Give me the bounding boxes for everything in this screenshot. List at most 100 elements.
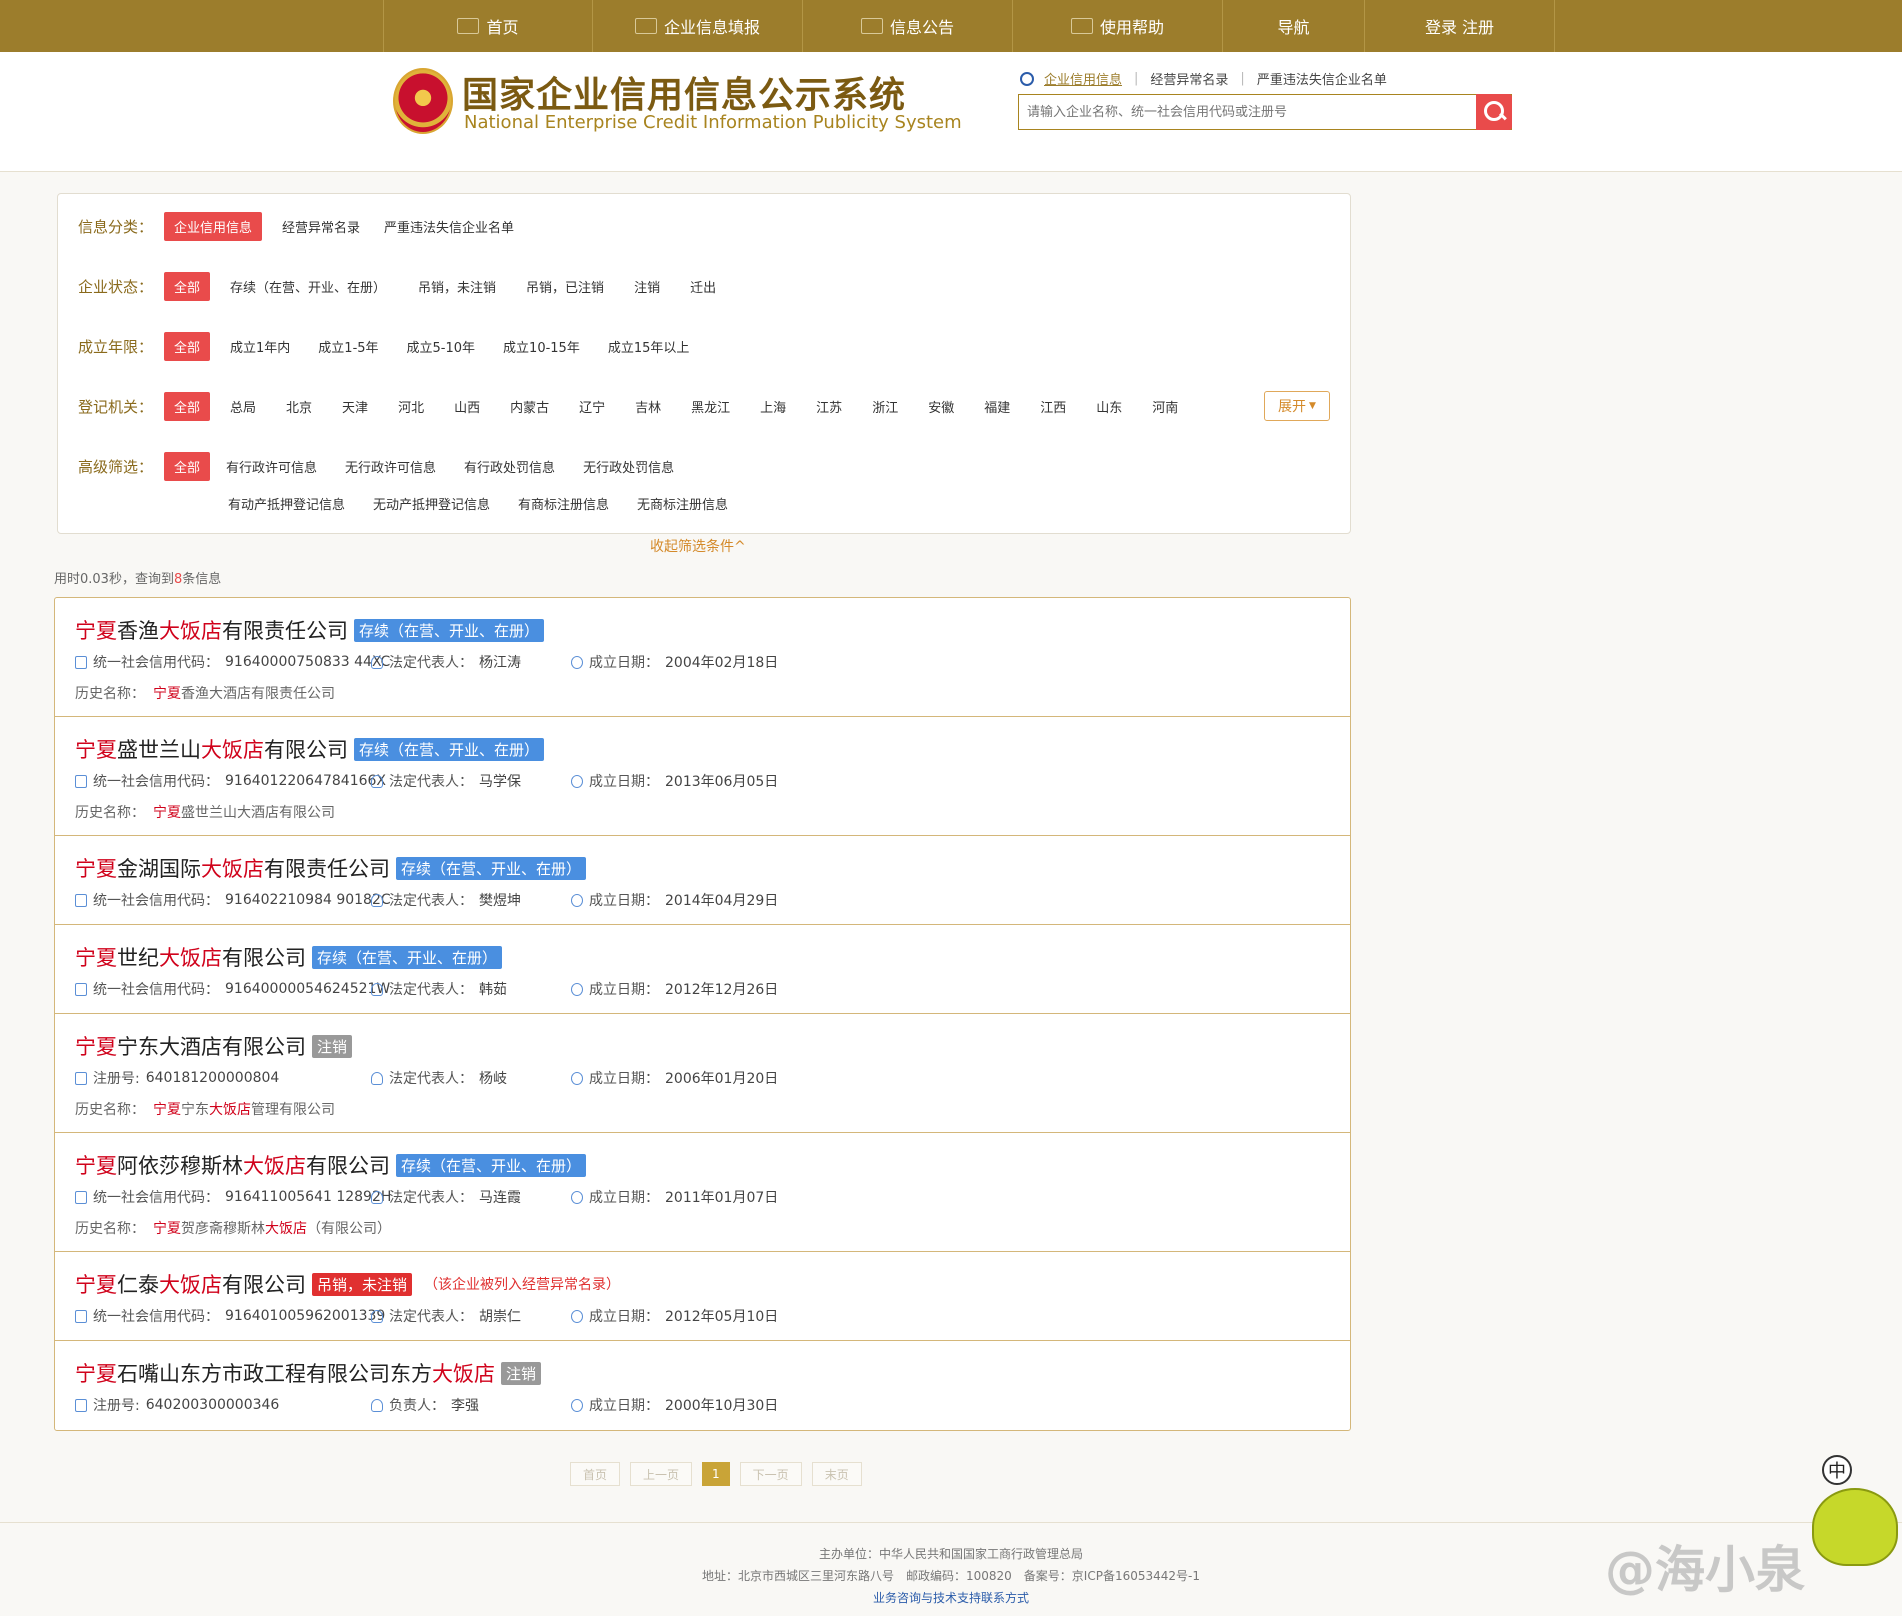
person-icon [371, 655, 383, 669]
result-card[interactable]: 宁夏世纪大饭店有限公司 存续（在营、开业、在册） 统一社会信用代码： 91640000… [55, 925, 1350, 1014]
credit-code-value: 640200300000346 [145, 1397, 280, 1413]
page-first-button[interactable]: 首页 [570, 1462, 621, 1486]
filter-option[interactable]: 成立1年内 [230, 337, 290, 356]
filter-option[interactable]: 总局 [230, 397, 256, 416]
filter-option[interactable]: 有行政许可信息 [226, 457, 317, 476]
page-last-button[interactable]: 末页 [811, 1462, 862, 1486]
founded-date-value: 2000年10月30日 [665, 1398, 779, 1414]
filter-option[interactable]: 成立1-5年 [318, 337, 378, 356]
company-name-link[interactable]: 宁夏阿依莎穆斯林大饭店有限公司 存续（在营、开业、在册） [75, 1150, 587, 1180]
credit-code: 统一社会信用代码： 91640122064784166X [75, 771, 386, 791]
result-card[interactable]: 宁夏金湖国际大饭店有限责任公司 存续（在营、开业、在册） 统一社会信用代码： 9164… [55, 836, 1350, 925]
id-card-icon [75, 655, 87, 669]
result-card[interactable]: 宁夏宁东大酒店有限公司 注销 注册号: 640181200000804 法定代表人： 杨岐… [55, 1014, 1350, 1133]
filter-option[interactable]: 成立15年以上 [608, 337, 690, 356]
filter-option[interactable]: 安徽 [928, 397, 954, 416]
nav-announcements[interactable]: 信息公告 [803, 0, 1013, 52]
filter-option[interactable]: 福建 [984, 397, 1010, 416]
legal-representative-value: 韩茹 [479, 982, 507, 998]
filter-option[interactable]: 经营异常名录 [282, 217, 360, 236]
mascot-image [1812, 1488, 1898, 1566]
filter-option[interactable]: 有动产抵押登记信息 [228, 494, 345, 513]
expand-button[interactable]: 展开 ▼ [1264, 391, 1330, 421]
company-name-link[interactable]: 宁夏仁泰大饭店有限公司 吊销，未注销 （该企业被列入经营异常名录） [75, 1269, 620, 1299]
filter-option[interactable]: 上海 [760, 397, 786, 416]
search-tab-credit[interactable]: 企业信用信息 [1044, 69, 1134, 88]
company-name: 宁夏石嘴山东方市政工程有限公司东方大饭店 [75, 1358, 495, 1388]
result-card[interactable]: 宁夏仁泰大饭店有限公司 吊销，未注销 （该企业被列入经营异常名录） 统一社会信用代码：… [55, 1252, 1350, 1341]
search-input[interactable] [1019, 95, 1475, 129]
filter-option[interactable]: 成立5-10年 [407, 337, 476, 356]
company-name-link[interactable]: 宁夏香渔大饭店有限责任公司 存续（在营、开业、在册） [75, 615, 545, 645]
filter-option[interactable]: 全部 [164, 392, 211, 421]
filter-option[interactable]: 成立10-15年 [503, 337, 580, 356]
page-current[interactable]: 1 [702, 1462, 730, 1486]
filter-option[interactable]: 吊销，已注销 [526, 277, 604, 296]
filter-row-age: 成立年限： 全部 成立1年内 成立1-5年 成立5-10年 成立10-15年 成… [78, 332, 713, 361]
nav-help[interactable]: 使用帮助 [1013, 0, 1223, 52]
filter-option[interactable]: 天津 [342, 397, 368, 416]
filter-option[interactable]: 全部 [164, 452, 211, 481]
info-icon [571, 1190, 583, 1204]
filter-option[interactable]: 浙江 [872, 397, 898, 416]
filter-option[interactable]: 吊销，未注销 [418, 277, 496, 296]
company-name-link[interactable]: 宁夏世纪大饭店有限公司 存续（在营、开业、在册） [75, 942, 503, 972]
filter-option[interactable]: 无行政处罚信息 [583, 457, 674, 476]
filter-option[interactable]: 无行政许可信息 [345, 457, 436, 476]
filter-option[interactable]: 迁出 [690, 277, 716, 296]
filter-option[interactable]: 存续（在营、开业、在册） [230, 277, 386, 296]
ime-indicator[interactable]: 中 [1822, 1455, 1852, 1485]
page-next-button[interactable]: 下一页 [739, 1462, 802, 1486]
name-segment: 金湖国际 [117, 857, 201, 881]
legal-representative-value: 马连霞 [479, 1190, 521, 1206]
filter-option[interactable]: 严重违法失信企业名单 [384, 217, 514, 236]
legal-representative: 法定代表人： 韩茹 [371, 979, 507, 999]
result-card[interactable]: 宁夏石嘴山东方市政工程有限公司东方大饭店 注销 注册号: 64020030000034… [55, 1341, 1350, 1430]
filter-option[interactable]: 山东 [1096, 397, 1122, 416]
search-tab-blacklist[interactable]: 严重违法失信企业名单 [1245, 69, 1399, 88]
company-name-link[interactable]: 宁夏宁东大酒店有限公司 注销 [75, 1031, 353, 1061]
filter-option[interactable]: 黑龙江 [691, 397, 730, 416]
credit-code: 统一社会信用代码： 91640000054624521W [75, 979, 390, 999]
filter-option[interactable]: 河北 [398, 397, 424, 416]
filter-option[interactable]: 北京 [286, 397, 312, 416]
nav-login-register[interactable]: 登录 注册 [1365, 0, 1555, 52]
company-name-link[interactable]: 宁夏金湖国际大饭店有限责任公司 存续（在营、开业、在册） [75, 853, 587, 883]
filter-option[interactable]: 注销 [634, 277, 660, 296]
page-prev-button[interactable]: 上一页 [630, 1462, 693, 1486]
credit-code: 统一社会信用代码： 916411005641 12892H [75, 1187, 391, 1207]
filter-option[interactable]: 辽宁 [579, 397, 605, 416]
result-card[interactable]: 宁夏盛世兰山大饭店有限公司 存续（在营、开业、在册） 统一社会信用代码： 916401… [55, 717, 1350, 836]
company-name-link[interactable]: 宁夏盛世兰山大饭店有限公司 存续（在营、开业、在册） [75, 734, 545, 764]
filter-option[interactable]: 吉林 [635, 397, 661, 416]
filter-option[interactable]: 无商标注册信息 [637, 494, 728, 513]
history-name: 历史名称： 宁夏盛世兰山大酒店有限公司 [75, 802, 335, 822]
name-segment: 大饭店 [201, 857, 264, 881]
search-button[interactable] [1476, 94, 1512, 130]
filter-option[interactable]: 有商标注册信息 [518, 494, 609, 513]
filter-option[interactable]: 河南 [1152, 397, 1178, 416]
filter-option[interactable]: 企业信用信息 [164, 212, 263, 241]
nav-navigation[interactable]: 导航 [1223, 0, 1365, 52]
credit-code: 统一社会信用代码： 916402210984 90182C [75, 890, 391, 910]
status-badge: 存续（在营、开业、在册） [396, 1153, 587, 1177]
filter-option[interactable]: 江苏 [816, 397, 842, 416]
filter-option[interactable]: 全部 [164, 272, 211, 301]
id-card-icon [75, 1190, 87, 1204]
name-segment: 有限责任公司 [222, 619, 348, 643]
company-name-link[interactable]: 宁夏石嘴山东方市政工程有限公司东方大饭店 注销 [75, 1358, 542, 1388]
filter-option[interactable]: 内蒙古 [510, 397, 549, 416]
filter-option[interactable]: 全部 [164, 332, 211, 361]
search-tab-abnormal[interactable]: 经营异常名录 [1138, 69, 1240, 88]
filter-option[interactable]: 无动产抵押登记信息 [373, 494, 490, 513]
collapse-filters-link[interactable]: 收起筛选条件^ [650, 536, 746, 556]
founded-date: 成立日期： 2012年05月10日 [571, 1306, 778, 1326]
nav-enterprise-report[interactable]: 企业信息填报 [593, 0, 803, 52]
result-card[interactable]: 宁夏阿依莎穆斯林大饭店有限公司 存续（在营、开业、在册） 统一社会信用代码： 9164… [55, 1133, 1350, 1252]
filter-option[interactable]: 有行政处罚信息 [464, 457, 555, 476]
legal-representative: 法定代表人： 马学保 [371, 771, 521, 791]
filter-option[interactable]: 山西 [454, 397, 480, 416]
result-card[interactable]: 宁夏香渔大饭店有限责任公司 存续（在营、开业、在册） 统一社会信用代码： 916400… [55, 598, 1350, 717]
nav-home[interactable]: 首页 [383, 0, 593, 52]
filter-option[interactable]: 江西 [1040, 397, 1066, 416]
